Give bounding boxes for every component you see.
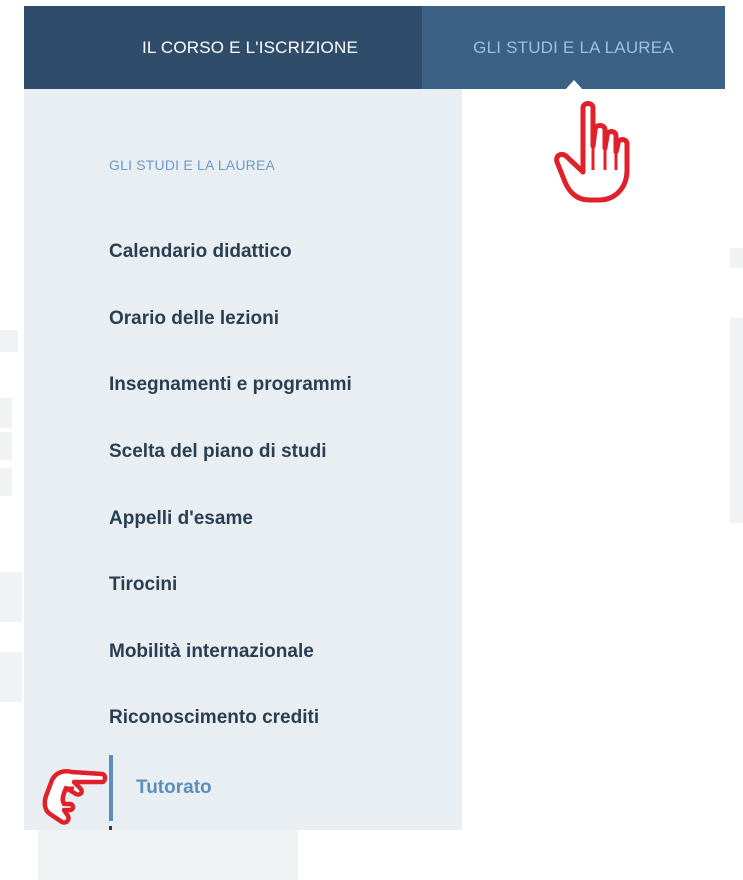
menu-item-tutorato[interactable]: Tutorato: [109, 754, 352, 822]
menu-item-mobilita-internazionale[interactable]: Mobilità internazionale: [109, 619, 352, 686]
menu-overflow-mark: [109, 826, 112, 830]
tab-il-corso-e-iscrizione[interactable]: IL CORSO E L'ISCRIZIONE: [24, 6, 422, 89]
dropdown-menu-panel: GLI STUDI E LA LAUREA Calendario didatti…: [24, 89, 462, 830]
menu-item-calendario-didattico[interactable]: Calendario didattico: [109, 219, 352, 286]
menu-item-tirocini[interactable]: Tirocini: [109, 552, 352, 619]
active-tab-caret: [564, 80, 583, 90]
menu-item-orario-delle-lezioni[interactable]: Orario delle lezioni: [109, 286, 352, 353]
tab-label: IL CORSO E L'ISCRIZIONE: [142, 37, 358, 57]
top-navigation: IL CORSO E L'ISCRIZIONE GLI STUDI E LA L…: [24, 6, 725, 90]
menu-item-insegnamenti-e-programmi[interactable]: Insegnamenti e programmi: [109, 352, 352, 419]
dropdown-heading: GLI STUDI E LA LAUREA: [109, 157, 276, 173]
background-block: [38, 826, 298, 880]
background-block: [0, 652, 22, 702]
background-block: [0, 432, 12, 460]
hand-pointer-right-icon: [42, 769, 108, 825]
dropdown-menu-list: Calendario didattico Orario delle lezion…: [109, 219, 352, 822]
menu-item-scelta-piano-di-studi[interactable]: Scelta del piano di studi: [109, 419, 352, 486]
tab-label: GLI STUDI E LA LAUREA: [473, 37, 674, 57]
background-block: [0, 468, 12, 496]
background-block: [0, 572, 22, 622]
menu-item-appelli-esame[interactable]: Appelli d'esame: [109, 485, 352, 552]
hand-pointer-up-icon: [554, 101, 630, 203]
background-block: [0, 398, 12, 428]
menu-item-riconoscimento-crediti[interactable]: Riconoscimento crediti: [109, 685, 352, 752]
background-block: [730, 248, 743, 268]
background-block: [0, 330, 18, 352]
tab-gli-studi-e-la-laurea[interactable]: GLI STUDI E LA LAUREA: [422, 6, 725, 90]
background-block: [730, 318, 743, 523]
